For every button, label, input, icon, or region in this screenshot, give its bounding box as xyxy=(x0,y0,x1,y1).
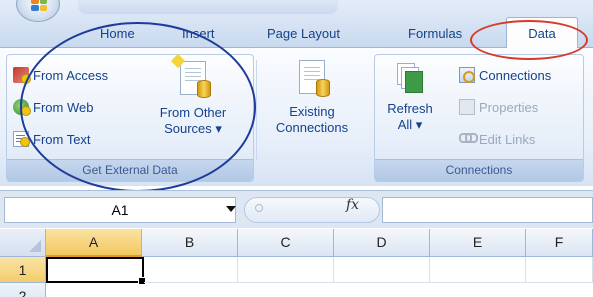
cell-a1-active[interactable] xyxy=(46,257,146,285)
name-box-dropdown-icon[interactable] xyxy=(226,206,236,212)
properties-button[interactable]: Properties xyxy=(459,97,538,117)
office-button[interactable] xyxy=(16,0,60,22)
from-text-label: From Text xyxy=(33,131,91,147)
ribbon-tab-bar: Home Insert Page Layout Formulas Data xyxy=(0,0,593,49)
web-globe-icon xyxy=(13,99,31,116)
edit-links-label: Edit Links xyxy=(479,131,536,147)
link-icon xyxy=(459,131,478,147)
edit-links-button[interactable]: Edit Links xyxy=(459,129,535,149)
column-header-c[interactable]: C xyxy=(238,229,334,257)
group-label-connections: Connections xyxy=(375,159,583,181)
cell-c1[interactable] xyxy=(238,257,334,283)
existing-label-2: Connections xyxy=(275,120,349,135)
column-header-d[interactable]: D xyxy=(334,229,430,257)
from-other-sources-button[interactable]: From Other Sources ▾ xyxy=(155,53,231,137)
formula-bar: A1 fx xyxy=(0,190,593,228)
from-web-label: From Web xyxy=(33,99,94,115)
properties-icon xyxy=(459,99,475,115)
worksheet-grid: A B C D E F 1 2 xyxy=(0,229,593,297)
cell-d1[interactable] xyxy=(334,257,430,283)
from-web-button[interactable]: From Web xyxy=(13,97,93,117)
tab-data[interactable]: Data xyxy=(506,17,578,49)
name-box[interactable]: A1 xyxy=(4,197,236,223)
column-header-e[interactable]: E xyxy=(430,229,526,257)
tab-page-layout[interactable]: Page Layout xyxy=(267,26,340,41)
from-access-button[interactable]: From Access xyxy=(13,65,108,85)
refresh-label-1: Refresh xyxy=(387,101,433,116)
existing-connections-button[interactable]: Existing Connections xyxy=(262,60,362,136)
column-header-b[interactable]: B xyxy=(142,229,238,257)
properties-label: Properties xyxy=(479,99,539,115)
from-access-label: From Access xyxy=(33,67,109,83)
insert-function-icon[interactable]: fx xyxy=(346,197,359,213)
existing-label-1: Existing xyxy=(289,104,335,119)
group-get-external-data: From Access From Web From Text From Othe… xyxy=(6,53,254,182)
group-label-get-external-data: Get External Data xyxy=(7,159,253,181)
cell-e1[interactable] xyxy=(430,257,526,283)
connections-label: Connections xyxy=(479,67,552,83)
group-connections: Refresh All ▾ Connections Properties Edi… xyxy=(374,54,584,182)
access-icon xyxy=(13,67,31,84)
cell-f1[interactable] xyxy=(526,257,593,283)
column-header-a[interactable]: A xyxy=(46,229,142,257)
connections-icon xyxy=(459,67,475,83)
from-other-label-2: Sources ▾ xyxy=(164,121,222,136)
formula-bar-expander[interactable] xyxy=(244,197,380,223)
tab-insert[interactable]: Insert xyxy=(182,26,215,41)
quick-access-toolbar xyxy=(78,0,338,14)
tab-home[interactable]: Home xyxy=(100,26,135,41)
from-text-button[interactable]: From Text xyxy=(13,129,91,149)
existing-connections-icon xyxy=(299,60,330,97)
other-sources-database-icon xyxy=(170,53,211,98)
cell-b1[interactable] xyxy=(144,257,238,283)
column-header-f[interactable]: F xyxy=(526,229,593,257)
tab-formulas[interactable]: Formulas xyxy=(408,26,462,41)
group-separator xyxy=(256,60,257,160)
select-all-corner[interactable] xyxy=(0,229,46,257)
from-other-label-1: From Other xyxy=(159,105,227,120)
refresh-all-button[interactable]: Refresh All ▾ xyxy=(379,63,441,133)
refresh-icon xyxy=(397,63,423,93)
formula-input[interactable] xyxy=(382,197,593,223)
row-header-2[interactable]: 2 xyxy=(0,283,46,297)
office-logo-icon xyxy=(31,0,47,11)
connections-button[interactable]: Connections xyxy=(459,65,551,85)
text-file-icon xyxy=(13,131,30,147)
refresh-label-2: All ▾ xyxy=(397,117,423,132)
row-header-1[interactable]: 1 xyxy=(0,257,46,283)
